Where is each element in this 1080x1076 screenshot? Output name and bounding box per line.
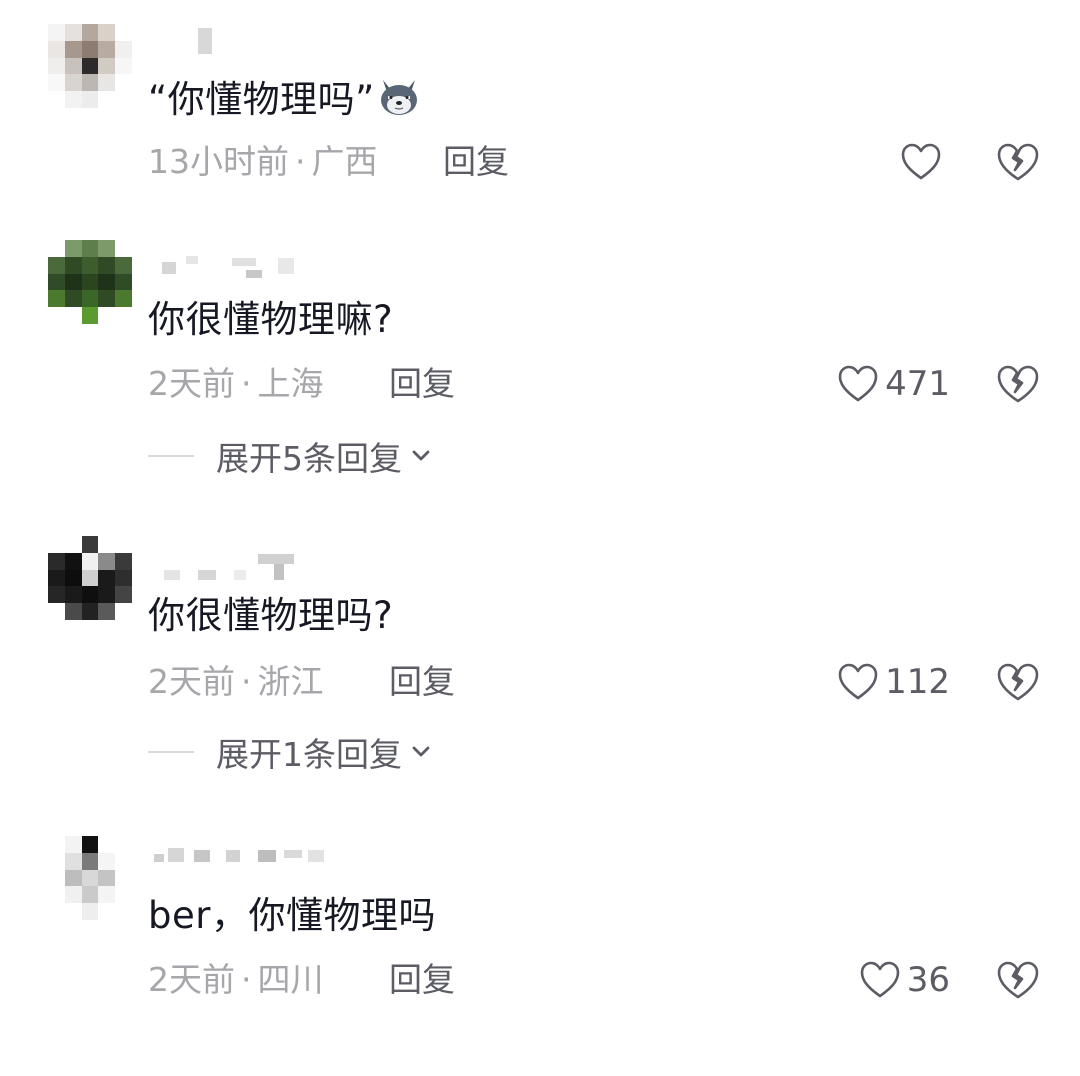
reply-button[interactable]: 回复 [389,958,455,1002]
like-button[interactable]: 471 [837,362,950,406]
separator: · [241,662,252,701]
reply-button[interactable]: 回复 [389,660,455,704]
comment-text: ber，你懂物理吗 [148,894,436,937]
like-count: 471 [885,364,950,404]
expand-replies-button[interactable]: 展开5条回复 [148,434,432,478]
comment-location: 四川 [257,960,324,999]
wolf-emoji-icon [380,80,417,115]
comment-location: 浙江 [257,662,324,701]
expand-divider [148,455,194,457]
comment-time: 2天前 [148,960,235,999]
comment-text: “你懂物理吗” [148,74,421,124]
like-count: 36 [906,960,950,1000]
comment-item: “你懂物理吗” 13小时前 · 广西 回复 [0,24,1080,264]
broken-heart-icon[interactable] [994,140,1042,184]
heart-outline-icon [901,143,941,180]
comment-item: ber，你懂物理吗 2天前 · 四川 回复 36 [0,836,1080,1076]
broken-heart-icon[interactable] [994,958,1042,1002]
avatar[interactable] [48,836,132,920]
comment-item: 你很懂物理嘛? 2天前 · 上海 回复 471 展开5条回复 [0,240,1080,480]
comment-time: 2天前 [148,364,235,403]
broken-heart-icon[interactable] [994,660,1042,704]
heart-outline-icon [838,663,878,700]
heart-outline-icon [838,365,878,402]
like-button[interactable] [900,140,942,184]
comment-location: 广西 [311,142,378,181]
expand-replies-label: 展开1条回复 [216,735,402,774]
broken-heart-icon[interactable] [994,362,1042,406]
like-count: 112 [885,662,950,702]
comment-meta: 2天前 · 浙江 [148,660,324,704]
reply-button[interactable]: 回复 [443,140,509,184]
comment-text: 你很懂物理嘛? [148,298,394,341]
like-button[interactable]: 36 [859,958,950,1002]
comment-text: 你很懂物理吗? [148,594,394,637]
comment-time: 13小时前 [148,142,289,181]
comment-meta: 2天前 · 四川 [148,958,324,1002]
comment-location: 上海 [257,364,324,403]
avatar[interactable] [48,536,132,620]
separator: · [295,142,306,181]
expand-replies-label: 展开5条回复 [216,439,402,478]
expand-divider [148,751,194,753]
comment-meta: 13小时前 · 广西 [148,140,378,184]
reply-button[interactable]: 回复 [389,362,455,406]
comment-item: 你很懂物理吗? 2天前 · 浙江 回复 112 展开1条回复 [0,536,1080,776]
comment-meta: 2天前 · 上海 [148,362,324,406]
heart-outline-icon [860,961,900,998]
separator: · [241,364,252,403]
avatar[interactable] [48,24,132,108]
expand-replies-button[interactable]: 展开1条回复 [148,730,432,774]
like-button[interactable]: 112 [837,660,950,704]
chevron-down-icon [412,450,430,461]
chevron-down-icon [412,746,430,757]
separator: · [241,960,252,999]
avatar[interactable] [48,240,132,324]
comment-time: 2天前 [148,662,235,701]
